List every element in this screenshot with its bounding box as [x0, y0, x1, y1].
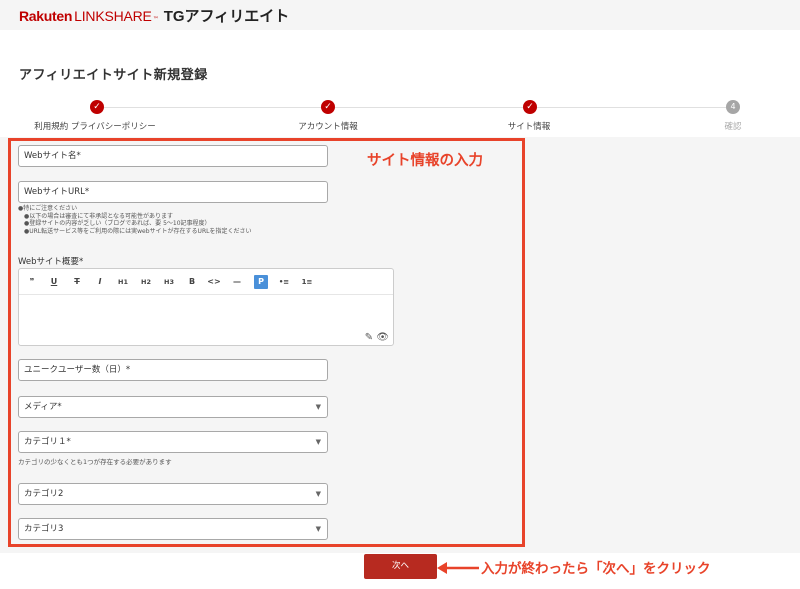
annotation-highlight-box — [8, 138, 525, 547]
logo-tg-affiliate: TGアフィリエイト — [163, 8, 290, 25]
step-label-terms: 利用規約 プライバシーポリシー — [34, 122, 156, 132]
step-label-site: サイト情報 — [507, 122, 551, 132]
step-2-check-icon: ✓ — [321, 100, 335, 114]
brand-logo[interactable]: Rakuten LINKSHARE ™ TGアフィリエイト — [19, 5, 289, 26]
logo-rakuten: Rakuten — [19, 8, 73, 24]
logo-linkshare: LINKSHARE — [74, 8, 152, 24]
step-connector — [104, 107, 321, 108]
annotation-arrow-icon — [437, 562, 479, 574]
step-connector — [537, 107, 726, 108]
step-1-check-icon: ✓ — [90, 100, 104, 114]
step-connector — [335, 107, 523, 108]
step-3-check-icon: ✓ — [523, 100, 537, 114]
annotation-title: サイト情報の入力 — [367, 153, 483, 169]
page-title: アフィリエイトサイト新規登録 — [19, 68, 208, 83]
progress-stepper: ✓ ✓ ✓ 4 利用規約 プライバシーポリシー アカウント情報 サイト情報 確認 — [0, 95, 800, 135]
next-button[interactable]: 次へ — [364, 554, 437, 579]
step-label-account: アカウント情報 — [298, 122, 358, 132]
annotation-next-instruction: 入力が終わったら「次へ」をクリック — [481, 561, 711, 577]
step-label-confirm: 確認 — [724, 122, 742, 132]
logo-trademark: ™ — [152, 16, 159, 23]
step-4-number: 4 — [726, 100, 740, 114]
top-header: Rakuten LINKSHARE ™ TGアフィリエイト — [0, 0, 800, 30]
